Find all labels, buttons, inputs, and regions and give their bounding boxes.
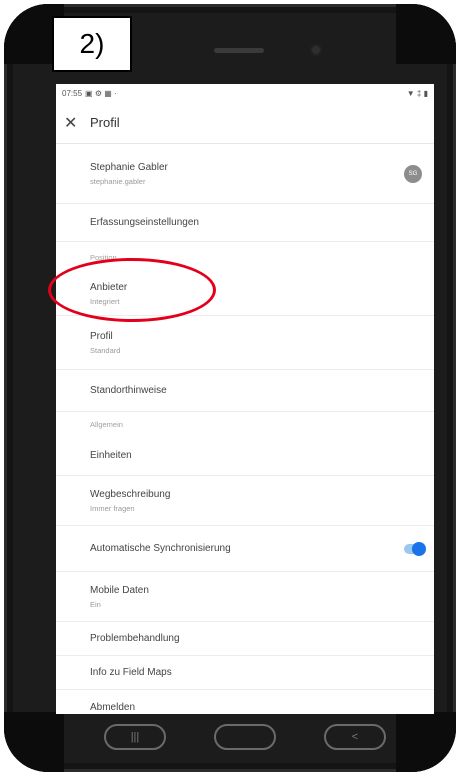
recent-apps-button[interactable]: ||| [104, 724, 166, 750]
highlight-annotation [48, 258, 216, 322]
section-header-general: Allgemein [90, 419, 123, 429]
settings-item-label: Abmelden [90, 701, 136, 713]
settings-item-label: Info zu Field Maps [90, 667, 172, 678]
back-button[interactable]: < [324, 724, 386, 750]
status-bar: 07:55 ▣ ⚙ ▦ · ▼ ‡ ▮ [56, 84, 434, 102]
settings-item-value: Immer fragen [90, 503, 135, 513]
bumper-bottom-left [4, 712, 64, 772]
settings-item-capture[interactable]: Erfassungseinstellungen [56, 204, 434, 242]
settings-item-label: Erfassungseinstellungen [90, 217, 199, 228]
avatar[interactable]: SG [404, 164, 422, 183]
bumper-top-right [396, 4, 456, 64]
signal-battery-icons: ▼ ‡ ▮ [406, 88, 428, 98]
settings-item-profile[interactable]: Profil Standard [56, 316, 434, 370]
settings-item-label: Profil [90, 330, 113, 342]
camera-icon [312, 46, 320, 54]
account-row[interactable]: Stephanie Gabler stephanie.gabler SG [56, 144, 434, 204]
settings-item-label: Einheiten [90, 450, 132, 461]
notification-icons: ▣ ⚙ ▦ · [85, 88, 117, 98]
settings-item-label: Wegbeschreibung [90, 488, 171, 500]
step-label: 2) [52, 16, 132, 72]
settings-item-troubleshooting[interactable]: Problembehandlung [56, 622, 434, 656]
home-button[interactable] [214, 724, 276, 750]
auto-sync-toggle[interactable] [404, 541, 426, 556]
settings-item-mobile-data[interactable]: Mobile Daten Ein [56, 572, 434, 622]
settings-item-directions[interactable]: Wegbeschreibung Immer fragen [56, 476, 434, 526]
settings-item-label: Automatische Synchronisierung [90, 543, 231, 554]
settings-item-label: Mobile Daten [90, 584, 149, 596]
settings-item-about[interactable]: Info zu Field Maps [56, 656, 434, 690]
settings-item-label: Standorthinweise [90, 385, 167, 396]
speaker-grille [214, 48, 264, 53]
recent-apps-icon: ||| [130, 731, 140, 743]
settings-item-auto-sync[interactable]: Automatische Synchronisierung [56, 526, 434, 572]
toggle-knob [412, 541, 426, 556]
status-time: 07:55 [62, 88, 83, 98]
close-icon[interactable]: ✕ [64, 113, 90, 133]
page-title: Profil [90, 115, 120, 130]
device-screen: 07:55 ▣ ⚙ ▦ · ▼ ‡ ▮ ✕ Profil Stephanie G… [56, 84, 434, 714]
account-username: stephanie.gabler [90, 176, 146, 186]
settings-item-value: Standard [90, 345, 121, 355]
settings-item-label: Problembehandlung [90, 633, 180, 644]
back-icon: < [351, 731, 359, 743]
settings-item-value: Ein [90, 599, 101, 609]
settings-item-location-notes[interactable]: Standorthinweise [56, 370, 434, 412]
android-nav-bar: ||| < [56, 714, 434, 760]
account-name: Stephanie Gabler [90, 161, 168, 173]
settings-item-sign-out[interactable]: Abmelden [56, 690, 434, 714]
app-bar: ✕ Profil [56, 102, 434, 144]
settings-item-units[interactable]: Einheiten [56, 436, 434, 476]
